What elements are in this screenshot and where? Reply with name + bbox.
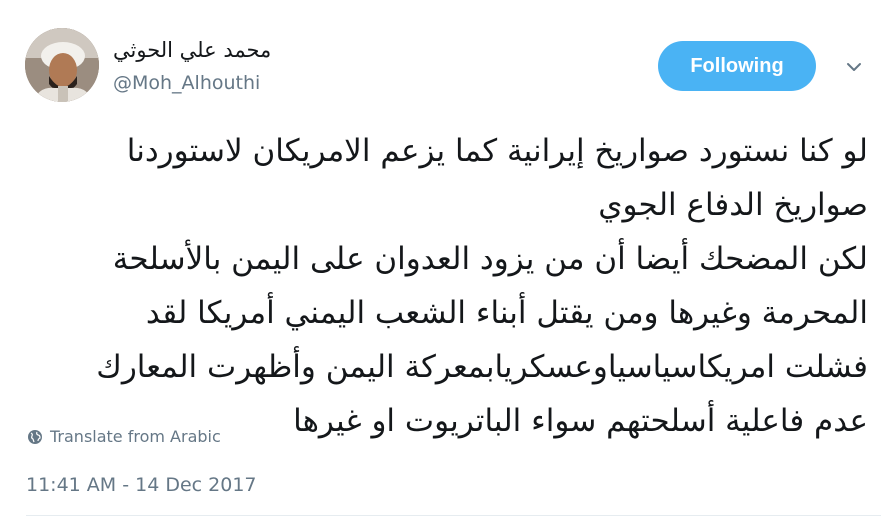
tweet-timestamp[interactable]: 11:41 AM - 14 Dec 2017 <box>26 474 257 496</box>
avatar-image <box>25 28 99 102</box>
tweet-text: لو كنا نستورد صواريخ إيرانية كما يزعم ال… <box>30 124 868 448</box>
divider <box>26 515 881 516</box>
following-button[interactable]: Following <box>658 41 816 91</box>
user-handle[interactable]: @Moh_Alhouthi <box>113 72 260 94</box>
tweet-card: محمد علي الحوثي @Moh_Alhouthi Following … <box>0 0 881 522</box>
tweet-text-line: لكن المضحك أيضا أن من يزود العدوان على ا… <box>112 241 868 277</box>
tweet-text-line: المحرمة وغيرها ومن يقتل أبناء الشعب اليم… <box>145 295 868 331</box>
tweet-text-line: صواريخ الدفاع الجوي <box>598 187 868 223</box>
display-name[interactable]: محمد علي الحوثي <box>113 38 271 62</box>
more-options-chevron-down-icon[interactable] <box>843 56 865 78</box>
translate-link[interactable]: Translate from Arabic <box>27 427 221 446</box>
avatar[interactable] <box>25 28 99 102</box>
translate-label: Translate from Arabic <box>50 427 221 446</box>
globe-icon <box>28 429 42 444</box>
tweet-text-line: فشلت امريكاسياسياوعسكريابمعركة اليمن وأظ… <box>96 349 868 385</box>
tweet-text-line: لو كنا نستورد صواريخ إيرانية كما يزعم ال… <box>126 133 868 169</box>
